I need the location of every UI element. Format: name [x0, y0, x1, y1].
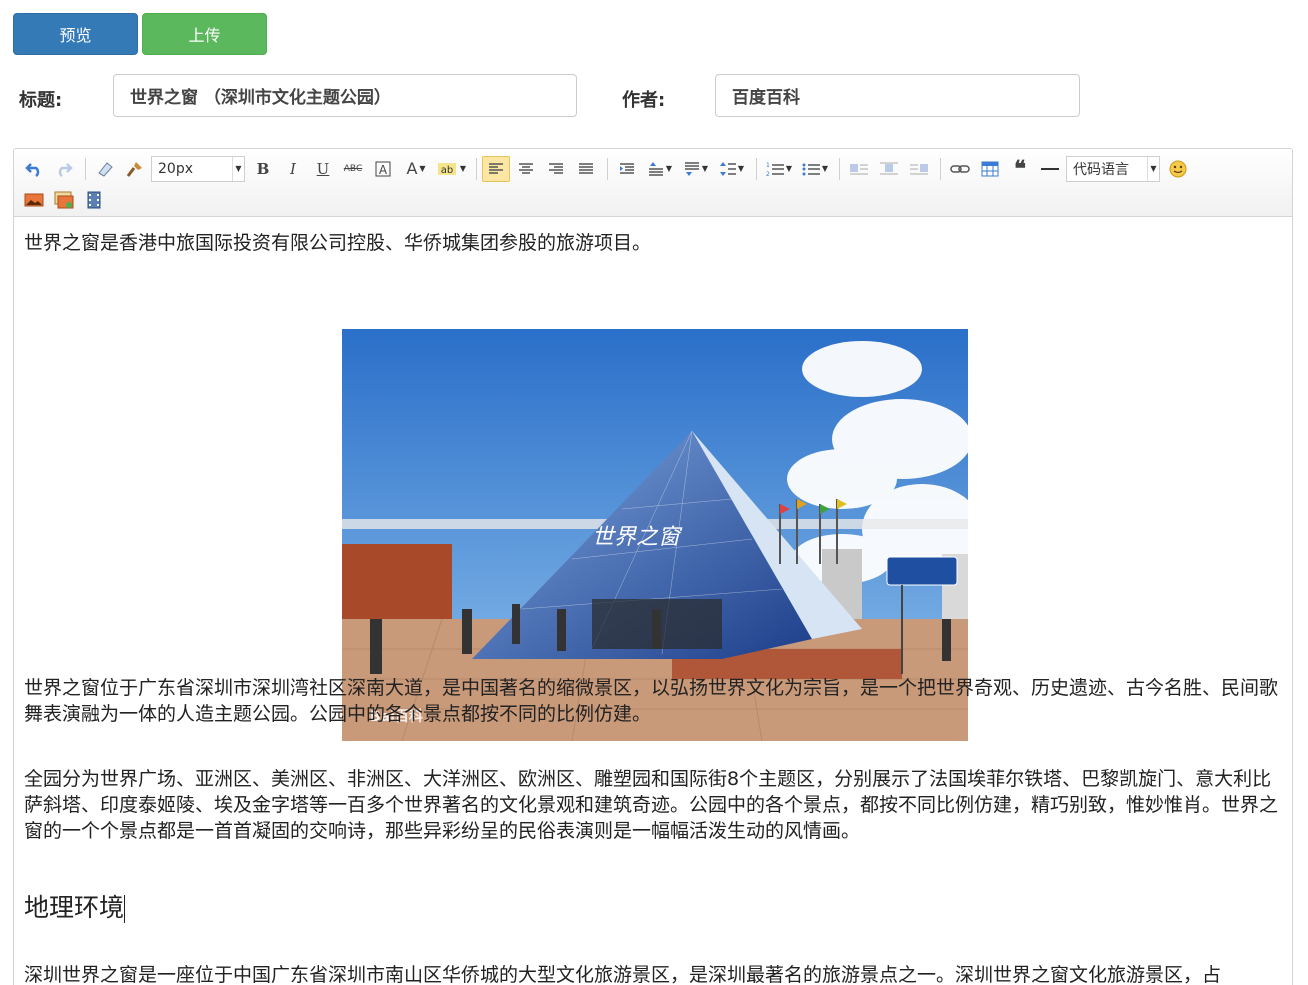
author-label: 作者:	[622, 90, 666, 111]
paragraph-intro: 世界之窗是香港中旅国际投资有限公司控股、华侨城集团参股的旅游项目。	[24, 232, 652, 254]
preview-button[interactable]: 预览	[13, 13, 138, 55]
underline-icon: U	[316, 159, 330, 178]
line-height-button[interactable]: ▼	[715, 156, 749, 182]
font-size-value: 20px	[158, 160, 193, 177]
image-center-icon	[880, 162, 898, 174]
editor-content[interactable]: 世界之窗是香港中旅国际投资有限公司控股、华侨城集团参股的旅游项目。 世界之窗 B…	[14, 218, 1292, 985]
toolbar-separator	[940, 157, 941, 180]
horizontal-rule-icon	[1041, 167, 1059, 170]
undo-icon[interactable]	[20, 156, 48, 182]
eraser-icon[interactable]	[91, 156, 119, 182]
bold-button[interactable]: B	[249, 156, 277, 182]
svg-text:世界之窗: 世界之窗	[592, 525, 683, 550]
title-input[interactable]: 世界之窗 （深圳市文化主题公园）	[113, 74, 577, 117]
indent-icon	[620, 162, 634, 174]
editor-toolbar: 20px ▼ B I U ABC A A ▼ ab ▼ ▼ ▼ ▼ 1 2 ▼ …	[14, 149, 1292, 217]
image-float-left-button[interactable]	[845, 156, 873, 182]
align-center-button[interactable]	[512, 156, 540, 182]
toolbar-separator	[756, 157, 757, 180]
font-color-button[interactable]: A ▼	[399, 156, 433, 182]
highlight-color-button[interactable]: ab ▼	[435, 156, 469, 182]
font-color-icon: A	[406, 159, 418, 178]
chevron-down-icon: ▼	[737, 164, 745, 173]
svg-text:1: 1	[766, 162, 770, 169]
strikethrough-button[interactable]: ABC	[339, 156, 367, 182]
align-right-icon	[549, 162, 563, 174]
chevron-down-icon: ▼	[701, 164, 709, 173]
redo-icon[interactable]	[50, 156, 78, 182]
italic-icon: I	[290, 159, 296, 178]
image-float-right-button[interactable]	[905, 156, 933, 182]
author-input[interactable]: 百度百科	[715, 74, 1080, 117]
blockquote-button[interactable]: ❝	[1006, 156, 1034, 182]
row-spacing-bottom-icon	[684, 161, 699, 176]
align-left-button[interactable]	[482, 155, 510, 182]
image-float-left-icon	[850, 163, 868, 174]
insert-image-button[interactable]	[20, 187, 48, 213]
chevron-down-icon: ▼	[821, 164, 829, 173]
code-language-value: 代码语言	[1073, 161, 1129, 178]
toolbar-separator	[839, 157, 840, 180]
multi-image-button[interactable]	[50, 187, 78, 213]
chevron-down-icon: ▼	[419, 164, 426, 173]
image-center-button[interactable]	[875, 156, 903, 182]
toolbar-separator	[85, 157, 86, 180]
align-left-icon	[489, 162, 503, 174]
highlight-icon: ab	[437, 162, 456, 176]
emoticon-button[interactable]	[1164, 156, 1192, 182]
unordered-list-button[interactable]: ▼	[798, 156, 832, 182]
image-float-right-icon	[910, 163, 928, 174]
align-center-icon	[519, 162, 533, 174]
italic-button[interactable]: I	[279, 156, 307, 182]
quote-icon: ❝	[1014, 155, 1026, 182]
row-spacing-bottom-button[interactable]: ▼	[679, 156, 713, 182]
indent-button[interactable]	[613, 156, 641, 182]
toolbar-separator	[476, 157, 477, 180]
svg-text:ab: ab	[441, 165, 453, 176]
svg-text:2: 2	[766, 171, 770, 177]
font-border-button[interactable]: A	[369, 156, 397, 182]
chevron-down-icon: ▼	[459, 164, 467, 173]
upload-button[interactable]: 上传	[142, 13, 267, 55]
chevron-down-icon: ▼	[1147, 156, 1159, 181]
ordered-list-icon: 12	[766, 162, 784, 177]
align-justify-icon	[579, 162, 593, 174]
align-justify-button[interactable]	[572, 156, 600, 182]
horizontal-rule-button[interactable]	[1036, 156, 1064, 182]
chevron-down-icon: ▼	[785, 164, 793, 173]
row-spacing-top-button[interactable]: ▼	[643, 156, 677, 182]
align-right-button[interactable]	[542, 156, 570, 182]
svg-text:A: A	[379, 163, 388, 177]
title-label: 标题:	[19, 90, 63, 111]
paragraph-areas: 全园分为世界广场、亚洲区、美洲区、非洲区、大洋洲区、欧洲区、雕塑园和国际街8个主…	[24, 768, 1279, 842]
paragraph-geography: 深圳世界之窗是一座位于中国广东省深圳市南山区华侨城的大型文化旅游景区，是深圳最著…	[24, 964, 1222, 985]
format-painter-icon[interactable]	[121, 156, 149, 182]
bold-icon: B	[256, 159, 270, 178]
unordered-list-icon	[802, 163, 820, 175]
chevron-down-icon: ▼	[232, 156, 244, 181]
paragraph-location: 世界之窗位于广东省深圳市深圳湾社区深南大道，是中国著名的缩微景区，以弘扬世界文化…	[24, 677, 1279, 725]
section-heading: 地理环境	[24, 893, 126, 923]
video-icon	[87, 191, 101, 208]
emoticon-icon	[1169, 160, 1187, 177]
line-height-icon	[719, 161, 736, 176]
code-language-select[interactable]: 代码语言 ▼	[1066, 155, 1160, 182]
text-cursor	[124, 895, 126, 923]
strikethrough-icon: ABC	[343, 163, 363, 174]
rich-text-editor: 20px ▼ B I U ABC A A ▼ ab ▼ ▼ ▼ ▼ 1 2 ▼ …	[13, 148, 1293, 985]
font-size-select[interactable]: 20px ▼	[151, 155, 245, 182]
insert-video-button[interactable]	[80, 187, 108, 213]
image-icon	[24, 193, 44, 206]
link-icon	[950, 164, 970, 173]
toolbar-separator	[607, 157, 608, 180]
table-icon	[981, 161, 999, 176]
multi-image-icon	[54, 191, 74, 208]
insert-table-button[interactable]	[976, 156, 1004, 182]
row-spacing-top-icon	[648, 161, 663, 176]
link-button[interactable]	[946, 156, 974, 182]
underline-button[interactable]: U	[309, 156, 337, 182]
chevron-down-icon: ▼	[665, 164, 673, 173]
ordered-list-button[interactable]: 1 2 ▼	[762, 156, 796, 182]
